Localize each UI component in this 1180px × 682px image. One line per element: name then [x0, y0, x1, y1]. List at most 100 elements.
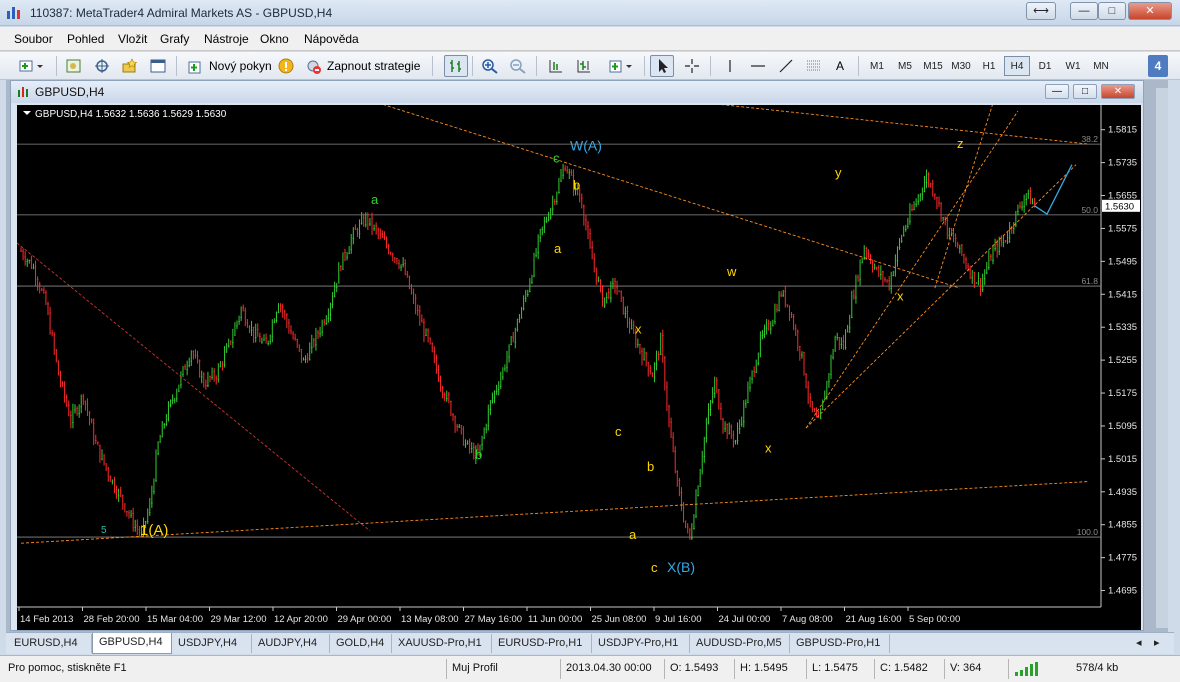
tab-gold-h4[interactable]: GOLD,H4 [330, 634, 392, 653]
bar-chart-icon [450, 60, 461, 72]
tab-audusd-pro-m5[interactable]: AUDUSD-Pro,M5 [690, 634, 790, 653]
wave-label: X(B) [667, 559, 695, 575]
crosshair-button[interactable] [680, 55, 704, 77]
price-chart[interactable]: 38.250.061.8100.0 1.58151.57351.56551.55… [17, 105, 1141, 630]
timeframe-m5[interactable]: M5 [892, 56, 918, 76]
zoom-in-button[interactable] [478, 55, 502, 77]
notification-badge[interactable]: 4 [1148, 55, 1168, 77]
tabs-scroll-right[interactable]: ▸ [1154, 634, 1172, 653]
menu-okno[interactable]: Okno [260, 32, 289, 46]
chart-info-text: GBPUSD,H4 1.5632 1.5636 1.5629 1.5630 [35, 109, 227, 120]
chart-maximize-button[interactable]: □ [1073, 84, 1097, 99]
terminal-button[interactable] [146, 55, 170, 77]
zoom-out-button[interactable] [506, 55, 530, 77]
chart-minimize-button[interactable]: — [1045, 84, 1069, 99]
timeframe-m15[interactable]: M15 [920, 56, 946, 76]
new-chart-button[interactable] [16, 55, 50, 77]
price-tick-label: 1.5735 [1108, 158, 1137, 169]
price-tick-label: 1.4935 [1108, 487, 1137, 498]
tab-usdjpy-pro-h1[interactable]: USDJPY-Pro,H1 [592, 634, 690, 653]
autoscroll-button[interactable] [544, 55, 568, 77]
profiles-button[interactable] [62, 55, 86, 77]
price-tick-label: 1.4695 [1108, 586, 1137, 597]
wave-label: x [897, 288, 904, 303]
fib-level-label: 50.0 [1081, 205, 1098, 215]
restore-all-button[interactable]: ⟷ [1026, 2, 1056, 20]
wave-label: b [573, 177, 580, 192]
wave-label: W(A) [570, 137, 602, 153]
date-tick-label: 9 Jul 16:00 [655, 614, 701, 625]
tab-audjpy-h4[interactable]: AUDJPY,H4 [252, 634, 330, 653]
connection-status-icon[interactable] [1014, 661, 1040, 677]
wave-label: x [765, 441, 772, 456]
add-chart-icon [19, 60, 43, 72]
close-button[interactable]: ✕ [1128, 2, 1172, 20]
timeframe-h1[interactable]: H1 [976, 56, 1002, 76]
profiles-icon [66, 59, 81, 73]
menu-bar: Soubor Pohled Vložit Grafy Nástroje Okno… [0, 27, 1180, 51]
equidistant-channel-button[interactable] [802, 55, 826, 77]
status-low: L: 1.5475 [812, 662, 858, 674]
price-tick-label: 1.5495 [1108, 256, 1137, 267]
expert-advisor-icon [307, 60, 321, 74]
bar-chart-button[interactable] [444, 55, 468, 77]
date-tick-label: 27 May 16:00 [465, 614, 523, 625]
cursor-button[interactable] [650, 55, 674, 77]
toolbar: Nový pokyn Zapnout strategie A M1 M5 M15… [0, 52, 1180, 80]
status-datetime: 2013.04.30 00:00 [566, 662, 652, 674]
tab-eurusd-h4[interactable]: EURUSD,H4 [8, 634, 92, 653]
menu-vlozit[interactable]: Vložit [118, 32, 147, 46]
date-tick-label: 29 Apr 00:00 [338, 614, 392, 625]
menu-grafy[interactable]: Grafy [160, 32, 189, 46]
menu-pohled[interactable]: Pohled [67, 32, 104, 46]
auto-trading-button[interactable]: Zapnout strategie [300, 55, 426, 77]
status-profile: Muj Profil [452, 662, 498, 674]
date-tick-label: 21 Aug 16:00 [846, 614, 902, 625]
tab-xauusd-pro-h1[interactable]: XAUUSD-Pro,H1 [392, 634, 492, 653]
new-order-button[interactable]: Nový pokyn [182, 55, 274, 77]
price-tick-label: 1.5415 [1108, 289, 1137, 300]
menu-soubor[interactable]: Soubor [14, 32, 53, 46]
title-bar: 110387: MetaTrader4 Admiral Markets AS -… [0, 0, 1180, 26]
menu-napoveda[interactable]: Nápověda [304, 32, 359, 46]
status-traffic: 578/4 kb [1076, 662, 1119, 674]
wave-label: x [635, 321, 642, 336]
text-tool-button[interactable]: A [830, 55, 850, 77]
fib-level-label: 38.2 [1081, 134, 1098, 144]
price-tick-label: 1.5255 [1108, 355, 1137, 366]
menu-nastroje[interactable]: Nástroje [204, 32, 249, 46]
timeframe-m30[interactable]: M30 [948, 56, 974, 76]
chart-shift-button[interactable] [572, 55, 596, 77]
tabs-scroll-left[interactable]: ◂ [1136, 634, 1154, 653]
minimize-button[interactable]: — [1070, 2, 1098, 20]
mdi-vertical-scrollbar[interactable] [1156, 88, 1168, 628]
tab-usdjpy-h4[interactable]: USDJPY,H4 [172, 634, 252, 653]
timeframe-m1[interactable]: M1 [864, 56, 890, 76]
warning-icon [278, 58, 294, 74]
chart-window-titlebar[interactable]: GBPUSD,H4 — □ ✕ [11, 81, 1143, 103]
status-high: H: 1.5495 [740, 662, 788, 674]
chart-window-title: GBPUSD,H4 [35, 85, 105, 99]
zoom-out-icon [510, 59, 526, 74]
auto-trading-label: Zapnout strategie [327, 59, 421, 73]
maximize-button[interactable]: □ [1098, 2, 1126, 20]
indicators-button[interactable] [606, 55, 638, 77]
price-tick-label: 1.5335 [1108, 322, 1137, 333]
navigator-button[interactable] [118, 55, 142, 77]
channel-icon [807, 60, 821, 71]
tab-gbpusd-pro-h1[interactable]: GBPUSD-Pro,H1 [790, 634, 890, 653]
alert-button[interactable] [276, 55, 296, 77]
timeframe-d1[interactable]: D1 [1032, 56, 1058, 76]
chart-close-button[interactable]: ✕ [1101, 84, 1135, 99]
timeframe-mn[interactable]: MN [1088, 56, 1114, 76]
timeframe-h4[interactable]: H4 [1004, 56, 1030, 76]
horizontal-line-button[interactable] [746, 55, 770, 77]
wave-label: w [726, 264, 737, 279]
market-watch-button[interactable] [90, 55, 114, 77]
trendline-button[interactable] [774, 55, 798, 77]
tab-eurusd-pro-h1[interactable]: EURUSD-Pro,H1 [492, 634, 592, 653]
timeframe-w1[interactable]: W1 [1060, 56, 1086, 76]
vertical-line-button[interactable] [718, 55, 742, 77]
tab-gbpusd-h4[interactable]: GBPUSD,H4 [92, 633, 172, 654]
chart-shift-icon [577, 60, 590, 73]
